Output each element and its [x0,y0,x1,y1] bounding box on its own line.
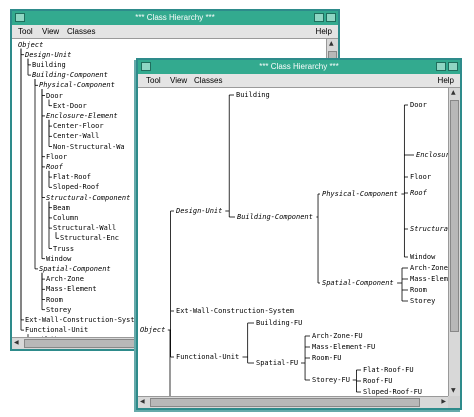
hierarchy-graph: Object Design-Unit Building Building-Compon… [138,88,448,396]
menu-help[interactable]: Help [316,25,332,38]
maximize-button[interactable] [326,13,336,22]
class-node-arch-zone[interactable]: Arch-Zone [410,264,448,272]
front-window-title: *** Class Hierarchy *** [259,62,339,71]
class-node-floor[interactable]: Floor [410,173,431,181]
class-node-beam[interactable]: Beam [53,204,70,212]
class-node-building[interactable]: Building [236,91,270,99]
back-window-title: *** Class Hierarchy *** [135,13,215,22]
minimize-button[interactable] [436,62,446,71]
class-node-door[interactable]: Door [410,101,427,109]
class-node-arch-zone[interactable]: Arch-Zone [46,275,84,283]
class-node-object[interactable]: Object [18,41,43,49]
class-node-functional-unit[interactable]: Functional-Unit [176,353,239,361]
class-node-floor[interactable]: Floor [46,153,67,161]
class-node-center-wall[interactable]: Center-Wall [53,132,99,140]
class-node-roof[interactable]: Roof [410,189,427,197]
class-node-building-component[interactable]: Building-Component [237,213,313,221]
class-node-non-structural-wa[interactable]: Non-Structural-Wa [53,143,125,151]
minimize-button[interactable] [314,13,324,22]
class-node-ext-wall-construction-system[interactable]: Ext-Wall-Construction-System [25,316,143,324]
class-node-functional-unit[interactable]: Functional-Unit [25,326,88,334]
menu-help[interactable]: Help [438,74,454,87]
back-window-titlebar[interactable]: *** Class Hierarchy *** [12,11,338,25]
class-node-door[interactable]: Door [46,92,63,100]
class-node-spatial-component[interactable]: Spatial-Component [322,279,394,287]
class-node-column[interactable]: Column [53,214,78,222]
class-node-structura[interactable]: Structura [410,225,448,233]
class-node-room[interactable]: Room [46,296,63,304]
class-node-structural-wall[interactable]: Structural-Wall [53,224,116,232]
class-node-enclosure[interactable]: Enclosure- [416,151,448,159]
class-node-window[interactable]: Window [410,253,435,261]
class-node-building[interactable]: Building [32,61,66,69]
class-node-sloped-roof-fu[interactable]: Sloped-Roof-FU [363,388,422,396]
class-node-mass-eleme[interactable]: Mass-Eleme [410,275,448,283]
window-menu-button[interactable] [141,62,151,71]
menu-tool[interactable]: Tool [18,25,33,38]
scroll-left-arrow-icon[interactable]: ◀ [14,339,19,347]
class-node-arch-zone-fu[interactable]: Arch-Zone-FU [312,332,363,340]
class-node-physical-component[interactable]: Physical-Component [39,81,115,89]
class-node-spatial-component[interactable]: Spatial-Component [39,265,111,273]
class-node-storey-fu[interactable]: Storey-FU [312,376,350,384]
back-menubar: Tool View Classes Help [12,25,338,39]
maximize-button[interactable] [448,62,458,71]
scroll-up-arrow-icon[interactable]: ▲ [451,89,456,97]
front-hscroll-thumb[interactable] [150,398,420,407]
class-node-building-component[interactable]: Building-Component [32,71,108,79]
front-window-titlebar[interactable]: *** Class Hierarchy *** [138,60,460,74]
scroll-right-arrow-icon[interactable]: ▶ [441,398,446,406]
class-node-flat-roof[interactable]: Flat-Roof [53,173,91,181]
class-node-design-unit[interactable]: Design-Unit [25,51,71,59]
class-node-spatial-fu[interactable]: Spatial-FU [256,359,298,367]
scroll-up-arrow-icon[interactable]: ▲ [329,40,334,48]
front-scroll-corner [448,396,460,408]
menu-view[interactable]: View [42,25,59,38]
class-node-mass-element-fu[interactable]: Mass-Element-FU [312,343,375,351]
class-node-room-fu[interactable]: Room-FU [312,354,342,362]
scroll-left-arrow-icon[interactable]: ◀ [140,398,145,406]
class-node-flat-roof-fu[interactable]: Flat-Roof-FU [363,366,414,374]
class-node-sloped-roof[interactable]: Sloped-Roof [53,183,99,191]
class-node-building-fu[interactable]: Building-FU [256,319,302,327]
class-node-ext-wall-construction-system[interactable]: Ext-Wall-Construction-System [176,307,294,315]
class-node-roof-fu[interactable]: Roof-FU [363,377,393,385]
front-menubar: Tool View Classes Help [138,74,460,88]
class-node-room[interactable]: Room [410,286,427,294]
front-vscroll-thumb[interactable] [450,100,459,332]
front-window: *** Class Hierarchy *** Tool View Classe… [136,58,462,410]
class-node-storey[interactable]: Storey [46,306,71,314]
scroll-down-arrow-icon[interactable]: ▼ [451,387,456,395]
menu-classes[interactable]: Classes [194,74,222,87]
front-vertical-scrollbar[interactable]: ▲ ▼ [448,88,460,396]
class-node-physical-component[interactable]: Physical-Component [322,190,398,198]
class-node-ext-door[interactable]: Ext-Door [53,102,87,110]
class-node-roof[interactable]: Roof [46,163,63,171]
class-node-center-floor[interactable]: Center-Floor [53,122,104,130]
class-node-structural-component[interactable]: Structural-Component [46,194,130,202]
menu-view[interactable]: View [170,74,187,87]
class-node-truss[interactable]: Truss [53,245,74,253]
class-node-object[interactable]: Object [140,326,165,334]
menu-classes[interactable]: Classes [67,25,95,38]
class-node-structural-enc[interactable]: Structural-Enc [60,234,119,242]
class-node-window[interactable]: Window [46,255,71,263]
menu-tool[interactable]: Tool [146,74,161,87]
class-node-enclosure-element[interactable]: Enclosure-Element [46,112,118,120]
class-node-mass-element[interactable]: Mass-Element [46,285,97,293]
window-menu-button[interactable] [15,13,25,22]
class-node-design-unit[interactable]: Design-Unit [176,207,222,215]
front-horizontal-scrollbar[interactable]: ◀ ▶ [138,396,448,408]
class-node-storey[interactable]: Storey [410,297,435,305]
